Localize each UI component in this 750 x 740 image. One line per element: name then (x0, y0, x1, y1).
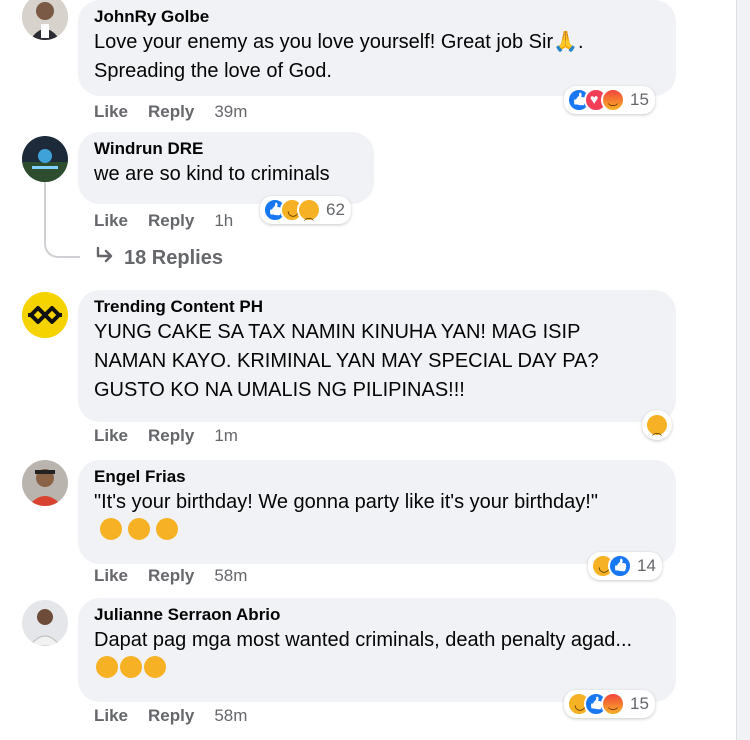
reaction-count: 62 (326, 200, 345, 219)
thread-line (44, 182, 46, 240)
comment-bubble: Trending Content PH YUNG CAKE SA TAX NAM… (78, 290, 676, 422)
angry-icon (601, 88, 625, 115)
comment-text-body: "It's your birthday! We gonna party like… (94, 491, 598, 513)
reply-button[interactable]: Reply (148, 706, 194, 726)
like-button[interactable]: Like (94, 706, 128, 726)
comment-actions: Like Reply 1m (94, 426, 238, 446)
reply-button[interactable]: Reply (148, 211, 194, 231)
comment-text: Love your enemy as you love yourself! Gr… (94, 31, 584, 82)
reaction-count: 14 (637, 556, 656, 575)
comment-bubble: Engel Frias "It's your birthday! We gonn… (78, 460, 676, 564)
scroll-gutter (736, 0, 750, 740)
avatar[interactable] (22, 0, 68, 40)
reply-button[interactable]: Reply (148, 102, 194, 122)
like-button[interactable]: Like (94, 211, 128, 231)
timestamp[interactable]: 1h (214, 211, 233, 231)
reaction-summary[interactable] (642, 410, 672, 440)
reply-arrow-icon (94, 246, 116, 270)
sad-icon (297, 198, 321, 223)
reaction-count: 15 (630, 90, 649, 109)
like-button[interactable]: Like (94, 426, 128, 446)
timestamp[interactable]: 39m (214, 102, 247, 122)
comment-author[interactable]: Julianne Serraon Abrio (94, 604, 660, 626)
comment-text: Dapat pag mga most wanted criminals, dea… (94, 626, 634, 684)
avatar[interactable] (22, 292, 68, 338)
reaction-count: 15 (630, 694, 649, 713)
timestamp[interactable]: 58m (214, 566, 247, 586)
reply-button[interactable]: Reply (148, 566, 194, 586)
timestamp[interactable]: 58m (214, 706, 247, 726)
comment-actions: Like Reply 39m (94, 102, 247, 122)
steam-emoji-icon (120, 656, 142, 678)
thread-connector (44, 238, 80, 258)
comment-bubble: JohnRy Golbe Love your enemy as you love… (78, 0, 676, 96)
tears-of-joy-emoji-icon (128, 518, 150, 540)
comment-bubble: Windrun DRE we are so kind to criminals (78, 132, 374, 204)
comment-bubble: Julianne Serraon Abrio Dapat pag mga mos… (78, 598, 676, 702)
steam-emoji-icon (144, 656, 166, 678)
reply-button[interactable]: Reply (148, 426, 194, 446)
reaction-summary[interactable]: 62 (260, 196, 351, 224)
timestamp[interactable]: 1m (214, 426, 238, 446)
comment-author[interactable]: Trending Content PH (94, 296, 660, 318)
avatar[interactable] (22, 136, 68, 182)
like-button[interactable]: Like (94, 102, 128, 122)
comment-author[interactable]: Windrun DRE (94, 138, 358, 160)
comment-actions: Like Reply 1h (94, 211, 233, 231)
reaction-summary[interactable]: 15 (564, 690, 655, 719)
angry-icon (601, 692, 625, 719)
sad-icon (645, 413, 669, 438)
reaction-summary[interactable]: 15 (564, 86, 655, 115)
comment-text: we are so kind to criminals (94, 163, 330, 185)
steam-emoji-icon (96, 656, 118, 678)
comment-text-body: Dapat pag mga most wanted criminals, dea… (94, 629, 633, 651)
avatar[interactable] (22, 600, 68, 646)
like-icon (608, 554, 632, 578)
tears-of-joy-emoji-icon (100, 518, 122, 540)
reaction-summary[interactable]: 14 (588, 552, 662, 580)
comment-actions: Like Reply 58m (94, 566, 247, 586)
tears-of-joy-emoji-icon (156, 518, 178, 540)
view-replies-link[interactable]: 18 Replies (94, 246, 223, 270)
avatar[interactable] (22, 460, 68, 506)
comment-actions: Like Reply 58m (94, 706, 247, 726)
comment-text: YUNG CAKE SA TAX NAMIN KINUHA YAN! MAG I… (94, 321, 599, 401)
replies-count-label: 18 Replies (124, 246, 223, 269)
comment-author[interactable]: Engel Frias (94, 466, 660, 488)
comment-author[interactable]: JohnRy Golbe (94, 6, 660, 28)
like-button[interactable]: Like (94, 566, 128, 586)
comment-text: "It's your birthday! We gonna party like… (94, 488, 614, 546)
